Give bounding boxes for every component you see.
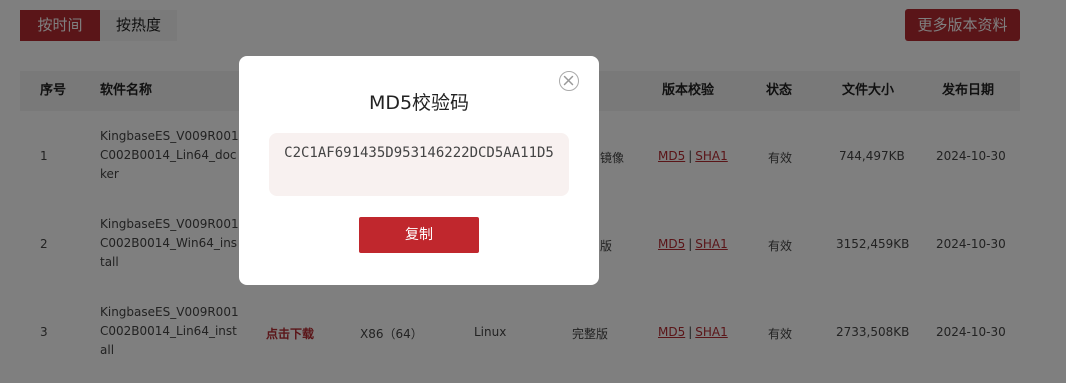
- md5-hash-value: C2C1AF691435D953146222DCD5AA11D5: [269, 133, 569, 196]
- dialog-title: MD5校验码: [368, 92, 470, 114]
- close-icon: [563, 75, 574, 86]
- md5-dialog: MD5校验码 C2C1AF691435D953146222DCD5AA11D5 …: [239, 56, 599, 285]
- copy-button[interactable]: 复制: [359, 217, 479, 253]
